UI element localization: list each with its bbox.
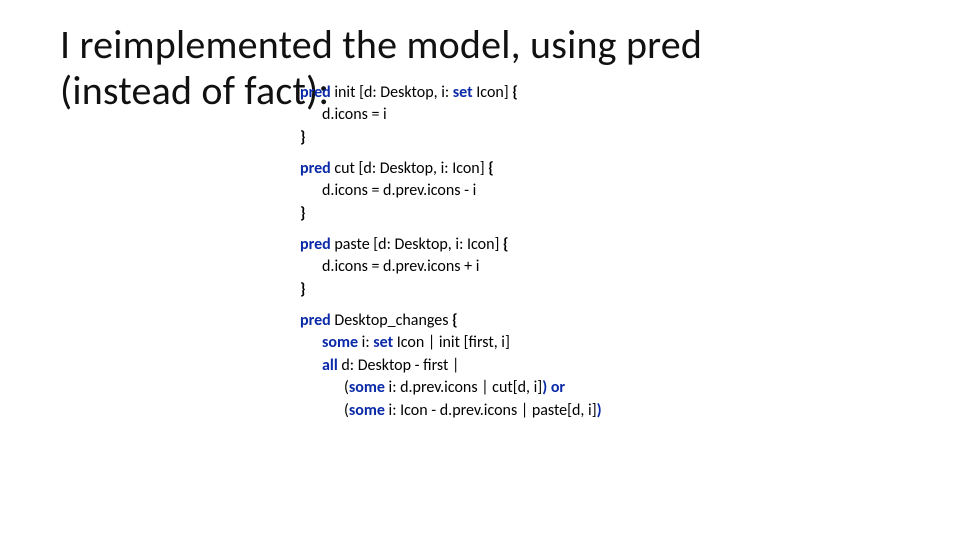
code-line: } <box>300 203 602 225</box>
code-line: pred Desktop_changes { <box>300 310 602 332</box>
sig-part: [d: Desktop, i: Icon] <box>359 159 489 178</box>
keyword-some: some <box>349 378 385 397</box>
frag: i: d.prev.icons | cut[d, i] <box>385 378 542 397</box>
keyword-some: some <box>322 333 358 352</box>
code-line: (some i: Icon - d.prev.icons | paste[d, … <box>300 400 602 422</box>
blank-line <box>300 225 602 234</box>
code-line: d.icons = i <box>300 104 602 126</box>
code-line: pred cut [d: Desktop, i: Icon] { <box>300 158 602 180</box>
code-line: pred paste [d: Desktop, i: Icon] { <box>300 234 602 256</box>
brace-open: { <box>503 235 509 254</box>
pred-name: cut <box>331 159 359 178</box>
keyword-pred: pred <box>300 311 331 330</box>
keyword-some: some <box>349 401 385 420</box>
slide: I reimplemented the model, using pred (i… <box>0 0 960 540</box>
frag: Icon | init [first, i] <box>393 333 510 352</box>
pred-name: init <box>331 83 359 102</box>
keyword-pred: pred <box>300 159 331 178</box>
code-line: d.icons = d.prev.icons + i <box>300 256 602 278</box>
code-line: some i: set Icon | init [first, i] <box>300 332 602 354</box>
keyword-set: set <box>373 333 393 352</box>
keyword-pred: pred <box>300 83 331 102</box>
blank-line <box>300 301 602 310</box>
brace-close: } <box>300 204 306 223</box>
code-line: (some i: d.prev.icons | cut[d, i]) or <box>300 377 602 399</box>
title-line-2: (instead of fact): <box>60 66 329 115</box>
code-line: } <box>300 279 602 301</box>
code-block: pred init [d: Desktop, i: set Icon] { d.… <box>300 82 602 422</box>
code-line: pred init [d: Desktop, i: set Icon] { <box>300 82 602 104</box>
code-body: d.icons = d.prev.icons + i <box>322 257 479 276</box>
sig-part: [d: Desktop, i: Icon] <box>373 235 503 254</box>
keyword-all: all <box>322 356 338 375</box>
code-line: d.icons = d.prev.icons - i <box>300 180 602 202</box>
brace-open: { <box>512 83 518 102</box>
brace-open: { <box>488 159 494 178</box>
keyword-set: set <box>453 83 473 102</box>
pred-name: Desktop_changes <box>331 311 452 330</box>
keyword-or: or <box>551 378 565 397</box>
brace-open: { <box>452 311 458 330</box>
code-body: d.icons = i <box>322 105 387 124</box>
paren-kw: ) <box>597 401 602 420</box>
sig-part: [d: Desktop, i: <box>359 83 453 102</box>
code-line: all d: Desktop - first | <box>300 355 602 377</box>
keyword-pred: pred <box>300 235 331 254</box>
frag: d: Desktop - first | <box>338 356 460 375</box>
brace-close: } <box>300 128 306 147</box>
frag: i: <box>358 333 373 352</box>
code-line: } <box>300 127 602 149</box>
title-line-1: I reimplemented the model, using pred <box>60 20 702 69</box>
blank-line <box>300 149 602 158</box>
code-body: d.icons = d.prev.icons - i <box>322 181 476 200</box>
pred-name: paste <box>331 235 374 254</box>
brace-close: } <box>300 280 306 299</box>
sig-tail: Icon] <box>473 83 513 102</box>
frag: i: Icon - d.prev.icons | paste[d, i] <box>385 401 597 420</box>
